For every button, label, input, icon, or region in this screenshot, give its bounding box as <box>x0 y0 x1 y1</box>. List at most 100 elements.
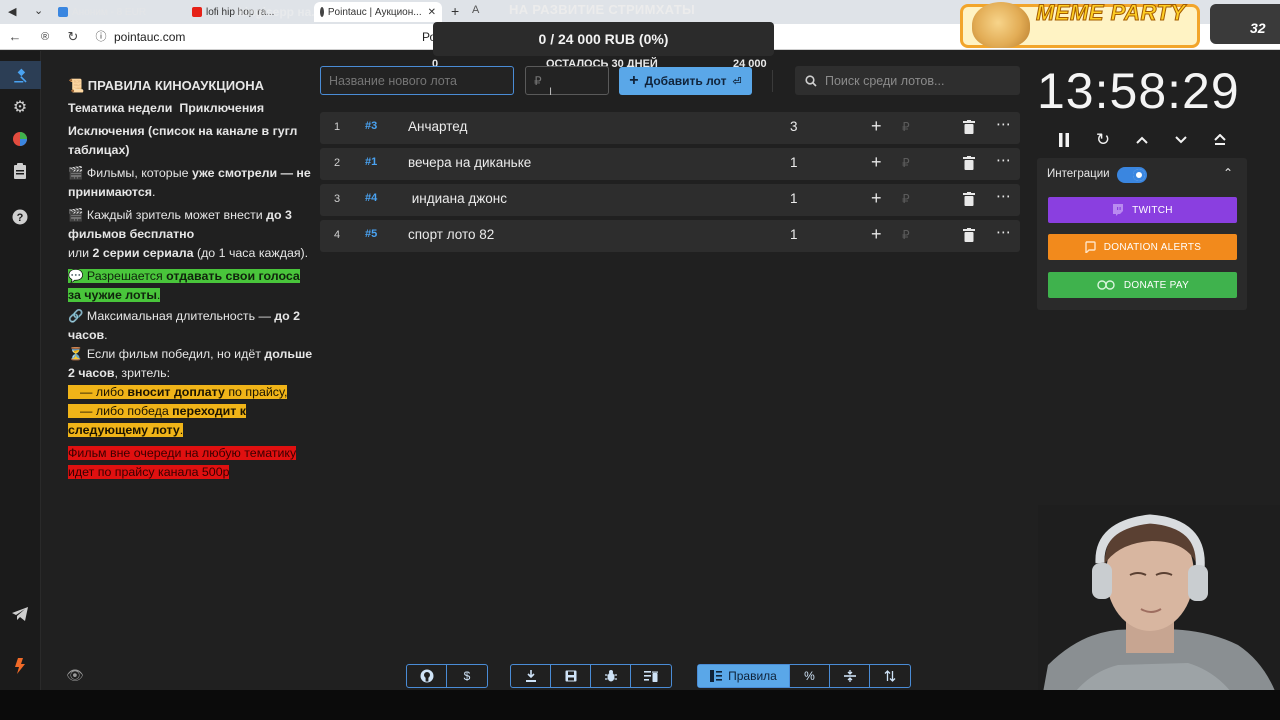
theme-value: Приключения <box>179 101 265 115</box>
download-icon[interactable] <box>511 665 551 687</box>
lot-row[interactable]: 4 #5 спорт лото 82 1 + ₽ ⋯ <box>320 220 1020 252</box>
visibility-eye-icon[interactable]: 👁 <box>66 667 84 684</box>
lot-amount-input[interactable]: ₽ <box>902 228 910 242</box>
more-options-icon[interactable]: ⋯ <box>996 151 1012 169</box>
reduce-time-chevron-down-icon[interactable] <box>1171 130 1191 150</box>
file-toolbar-group <box>510 664 672 688</box>
new-lot-amount-input[interactable] <box>525 66 609 95</box>
pause-icon[interactable] <box>1054 130 1074 150</box>
sort-icon[interactable] <box>870 665 910 687</box>
plus-icon: + <box>629 72 639 89</box>
delete-lot-icon[interactable] <box>963 192 975 206</box>
more-options-icon[interactable]: ⋯ <box>996 187 1012 205</box>
more-options-icon[interactable]: ⋯ <box>996 223 1012 241</box>
save-icon[interactable] <box>551 665 591 687</box>
clipboard-icon[interactable] <box>8 159 32 183</box>
donate-pay-button[interactable]: DONATE PAY <box>1048 272 1237 298</box>
site-info-icon[interactable]: ⓘ <box>92 28 110 46</box>
lot-index: 3 <box>334 193 341 205</box>
auction-gavel-icon[interactable] <box>0 61 41 89</box>
delete-lot-icon[interactable] <box>963 228 975 242</box>
lot-row[interactable]: 2 #1 вечера на диканьке 1 + ₽ ⋯ <box>320 148 1020 180</box>
lot-row[interactable]: 1 #3 Анчартед 3 + ₽ ⋯ <box>320 112 1020 144</box>
lot-amount: 1 <box>790 227 798 242</box>
donation-alerts-label: DONATION ALERTS <box>1103 241 1202 253</box>
add-lot-button[interactable]: + Добавить лот ⏎ <box>619 67 752 95</box>
lot-index: 1 <box>334 121 341 133</box>
tab-label: Pointauc | Аукцион... <box>327 6 422 18</box>
chevron-up-icon[interactable]: ⌃ <box>1223 166 1233 180</box>
meme-banner-title: MEME PARTY <box>1036 0 1186 26</box>
help-icon[interactable]: ? <box>8 205 32 229</box>
new-lot-name-input[interactable] <box>320 66 514 95</box>
lot-name[interactable]: спорт лото 82 <box>408 227 494 242</box>
rule-already-watched: 🎬 Фильмы, которые уже смотрели — не прин… <box>68 164 314 202</box>
rules-list-icon <box>710 670 723 682</box>
new-tab-icon[interactable]: + <box>451 3 459 19</box>
reset-timer-icon[interactable]: ↻ <box>1093 130 1113 150</box>
rule-duration: 🔗 Максимальная длительность — до 2 часов… <box>68 307 314 345</box>
close-tab-icon[interactable]: ✕ <box>428 7 436 18</box>
extension-icon[interactable]: ® <box>36 28 54 46</box>
add-amount-icon[interactable]: + <box>871 224 882 245</box>
rule-votes: 💬 Разрешается отдавать свои голоса за чу… <box>68 267 314 305</box>
donate-dollar-icon[interactable]: $ <box>447 665 487 687</box>
rules-button[interactable]: Правила <box>698 665 790 687</box>
pie-chart-icon[interactable] <box>8 127 32 151</box>
donation-alerts-button[interactable]: DONATION ALERTS <box>1048 234 1237 260</box>
add-time-chevron-up-icon[interactable] <box>1132 130 1152 150</box>
lot-name[interactable]: индиана джонс <box>408 191 507 206</box>
reload-icon[interactable]: ↻ <box>64 28 82 46</box>
telegram-icon[interactable] <box>8 602 32 626</box>
tab-favicon-icon <box>58 7 68 17</box>
twitch-button[interactable]: TWITCH <box>1048 197 1237 223</box>
lot-amount-input[interactable]: ₽ <box>902 156 910 170</box>
lot-name[interactable]: Анчартед <box>408 119 467 134</box>
lot-name[interactable]: вечера на диканьке <box>408 155 531 170</box>
rule-long-film: ⏳ Если фильм победил, но идёт дольше 2 ч… <box>68 345 314 383</box>
more-options-icon[interactable]: ⋯ <box>996 115 1012 133</box>
screen-bottom-bar <box>0 690 1280 720</box>
tab-pointauc[interactable]: Pointauc | Аукцион... ✕ <box>314 2 442 22</box>
rule-text: по прайсу, <box>224 385 288 399</box>
links-toolbar-group: $ <box>406 664 488 688</box>
rules-exclusions: Исключения (список на канале в гугл табл… <box>68 124 298 157</box>
add-amount-icon[interactable]: + <box>871 116 882 137</box>
add-amount-icon[interactable]: + <box>871 188 882 209</box>
delete-lot-icon[interactable] <box>963 156 975 170</box>
url-text[interactable]: pointauc.com <box>114 30 185 44</box>
twitch-label: TWITCH <box>1132 204 1173 216</box>
lot-amount: 1 <box>790 191 798 206</box>
integrations-panel: Интеграции ⌃ TWITCH DONATION ALERTS DONA… <box>1037 158 1247 310</box>
settings-gear-icon[interactable]: ⚙ <box>8 95 32 119</box>
lot-amount-input[interactable]: ₽ <box>902 192 910 206</box>
audio-icon[interactable]: ◀ <box>8 5 16 18</box>
double-chevron-up-icon[interactable] <box>1210 130 1230 150</box>
boosty-icon[interactable] <box>8 654 32 678</box>
lot-search-field[interactable]: Поиск среди лотов... <box>795 66 1020 95</box>
lot-index: 4 <box>334 229 341 241</box>
clear-list-icon[interactable] <box>631 665 671 687</box>
rule-text: или <box>68 246 93 260</box>
integrations-toggle[interactable] <box>1117 167 1147 183</box>
compact-view-icon[interactable] <box>830 665 870 687</box>
lot-amount-input[interactable]: ₽ <box>902 120 910 134</box>
lot-id: #5 <box>365 228 378 240</box>
bug-report-icon[interactable] <box>591 665 631 687</box>
donate-pay-label: DONATE PAY <box>1123 279 1190 291</box>
tab-donation[interactable]: Аноним - 8 EUR <box>52 2 192 22</box>
lot-amount: 1 <box>790 155 798 170</box>
rule-text: . <box>179 423 184 437</box>
lot-row[interactable]: 3 #4 индиана джонс 1 + ₽ ⋯ <box>320 184 1020 216</box>
tab-label-extra: А <box>472 4 480 16</box>
chevron-down-icon[interactable]: ⌄ <box>34 4 43 17</box>
rule-next-lot: — либо победа переходит к следующему лот… <box>68 402 314 440</box>
lot-id: #3 <box>365 120 378 132</box>
percent-icon[interactable]: % <box>790 665 830 687</box>
github-icon[interactable] <box>407 665 447 687</box>
back-icon[interactable]: ← <box>6 28 24 46</box>
add-amount-icon[interactable]: + <box>871 152 882 173</box>
rule-text: — либо <box>68 385 128 399</box>
delete-lot-icon[interactable] <box>963 120 975 134</box>
rule-text: 🔗 Максимальная длительность — <box>68 309 275 323</box>
